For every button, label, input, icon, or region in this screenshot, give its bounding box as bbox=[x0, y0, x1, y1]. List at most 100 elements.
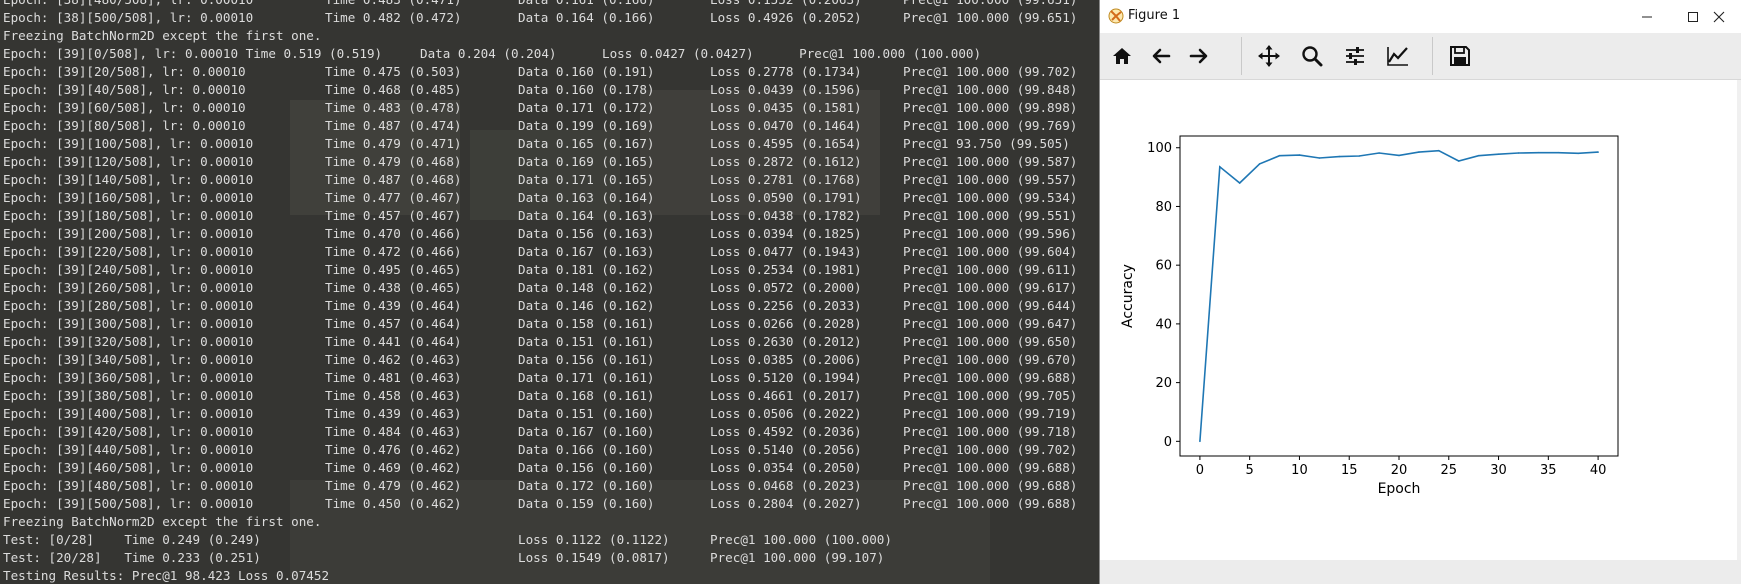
terminal-line: Epoch: [39][380/508], lr: 0.00010 Time 0.… bbox=[3, 387, 1100, 405]
terminal-cell: Loss 0.4926 (0.2052) bbox=[710, 10, 862, 25]
terminal-cell: Data 0.146 (0.162) bbox=[518, 298, 655, 313]
terminal-cell: Prec@1 100.000 (99.718) bbox=[903, 424, 1078, 439]
data-point bbox=[1199, 440, 1201, 443]
terminal-cell: Prec@1 100.000 (99.651) bbox=[903, 0, 1100, 9]
terminal-cell: Epoch: [39][120/508], lr: 0.00010 bbox=[3, 154, 254, 169]
data-point bbox=[1537, 151, 1540, 154]
pan-button[interactable] bbox=[1252, 39, 1286, 73]
terminal-cell: Epoch: [39][380/508], lr: 0.00010 bbox=[3, 388, 254, 403]
terminal-cell: Data 0.165 (0.167) bbox=[518, 136, 655, 151]
figure-window[interactable]: Figure 1 0 5 10 15 20 25 30 35 40 0 20 4… bbox=[1099, 0, 1741, 584]
terminal-line: Epoch: [39][60/508], lr: 0.00010 Time 0.4… bbox=[3, 99, 1100, 117]
terminal-cell: Time 0.472 (0.466) bbox=[325, 244, 462, 259]
data-point bbox=[1438, 149, 1440, 152]
terminal-cell: Epoch: [39][440/508], lr: 0.00010 bbox=[3, 442, 254, 457]
terminal-cell: Time 0.484 (0.463) bbox=[325, 424, 462, 439]
terminal-cell: Prec@1 100.000 (99.705) bbox=[903, 388, 1078, 403]
data-point bbox=[1457, 160, 1460, 162]
terminal-cell: Time 0.475 (0.503) bbox=[325, 64, 462, 79]
terminal-cell: Epoch: [39][40/508], lr: 0.00010 bbox=[3, 82, 246, 97]
terminal-cell: Prec@1 100.000 (99.617) bbox=[903, 280, 1078, 295]
terminal-line: Freezing BatchNorm2D except the first on… bbox=[3, 27, 1100, 45]
terminal-output: Epoch: [38][480/508], lr: 0.00010Time 0.… bbox=[3, 0, 1100, 584]
navigation-toolbar bbox=[1100, 33, 1741, 80]
x-tick-label: 0 bbox=[1196, 463, 1204, 478]
terminal-cell: Data 0.164 (0.163) bbox=[518, 208, 655, 223]
data-point bbox=[1418, 151, 1420, 153]
terminal-line: Epoch: [39][300/508], lr: 0.00010 Time 0.… bbox=[3, 315, 1100, 333]
back-button[interactable] bbox=[1144, 39, 1178, 73]
x-tick-label: 20 bbox=[1391, 463, 1408, 478]
terminal-cell: Time 0.479 (0.468) bbox=[325, 154, 462, 169]
terminal-cell: Epoch: [39][260/508], lr: 0.00010 bbox=[3, 280, 254, 295]
data-point bbox=[1338, 155, 1341, 158]
data-point bbox=[1597, 151, 1599, 153]
terminal-cell: Data 0.160 (0.191) bbox=[518, 64, 655, 79]
minimize-button[interactable] bbox=[1624, 0, 1670, 33]
terminal-cell: Loss 0.0477 (0.1943) bbox=[710, 244, 862, 259]
terminal-line: Epoch: [38][500/508], lr: 0.00010 Time 0.… bbox=[3, 9, 1100, 27]
terminal-cell: Epoch: [39][300/508], lr: 0.00010 bbox=[3, 316, 254, 331]
terminal-line: Epoch: [39][260/508], lr: 0.00010 Time 0.… bbox=[3, 279, 1100, 297]
data-point bbox=[1517, 152, 1520, 154]
minimize-icon bbox=[1642, 16, 1652, 17]
configure-subplots-button[interactable] bbox=[1338, 39, 1372, 73]
data-point bbox=[1477, 154, 1480, 157]
terminal-cell: Prec@1 100.000 (99.611) bbox=[903, 262, 1078, 277]
close-button[interactable] bbox=[1696, 0, 1741, 33]
toolbar-separator bbox=[1432, 37, 1433, 75]
home-button[interactable] bbox=[1105, 39, 1139, 73]
terminal-line: Epoch: [39][500/508], lr: 0.00010 Time 0.… bbox=[3, 495, 1100, 513]
terminal-cell: Loss 0.0435 (0.1581) bbox=[710, 100, 862, 115]
matplotlib-app-icon bbox=[1108, 8, 1124, 24]
terminal-line: Epoch: [39][20/508], lr: 0.00010 Time 0.4… bbox=[3, 63, 1100, 81]
terminal-cell: Data 0.167 (0.160) bbox=[518, 424, 655, 439]
terminal-line: Epoch: [39][40/508], lr: 0.00010 Time 0.4… bbox=[3, 81, 1100, 99]
terminal-line: Epoch: [39][460/508], lr: 0.00010 Time 0.… bbox=[3, 459, 1100, 477]
terminal-cell: Data 0.148 (0.162) bbox=[518, 280, 655, 295]
forward-arrow-icon bbox=[1189, 48, 1208, 64]
terminal-line: Freezing BatchNorm2D except the first on… bbox=[3, 513, 1100, 531]
terminal-cell bbox=[325, 531, 518, 549]
y-tick-label: 80 bbox=[1155, 200, 1172, 215]
terminal-window[interactable]: Epoch: [38][480/508], lr: 0.00010Time 0.… bbox=[0, 0, 1100, 584]
y-tick-label: 100 bbox=[1147, 141, 1172, 156]
terminal-cell: Data 0.181 (0.162) bbox=[518, 262, 655, 277]
terminal-cell: Epoch: [39][460/508], lr: 0.00010 bbox=[3, 460, 254, 475]
terminal-cell: Time 0.441 (0.464) bbox=[325, 334, 462, 349]
pan-move-icon bbox=[1258, 45, 1280, 67]
terminal-cell: Loss 0.0506 (0.2022) bbox=[710, 406, 862, 421]
terminal-cell: Loss 0.2872 (0.1612) bbox=[710, 154, 862, 169]
zoom-button[interactable] bbox=[1295, 39, 1329, 73]
figure-canvas[interactable]: 0 5 10 15 20 25 30 35 40 0 20 40 60 80 100 Epoch Accurac… bbox=[1100, 80, 1737, 560]
terminal-line: Test: [0/28] Time 0.249 (0.249) Loss 0.11… bbox=[3, 531, 1100, 549]
terminal-line: Epoch: [38][480/508], lr: 0.00010Time 0.… bbox=[3, 0, 1100, 9]
terminal-cell: Epoch: [39][420/508], lr: 0.00010 bbox=[3, 424, 254, 439]
close-icon bbox=[1713, 11, 1725, 22]
forward-button[interactable] bbox=[1182, 39, 1216, 73]
terminal-cell: Prec@1 100.000 (99.650) bbox=[903, 334, 1078, 349]
terminal-cell: Data 0.158 (0.161) bbox=[518, 316, 655, 331]
edit-axis-button[interactable] bbox=[1381, 39, 1415, 73]
terminal-cell: Time 0.479 (0.462) bbox=[325, 478, 462, 493]
terminal-cell: Loss 0.0385 (0.2006) bbox=[710, 352, 862, 367]
terminal-line: Epoch: [39][200/508], lr: 0.00010 Time 0.… bbox=[3, 225, 1100, 243]
terminal-cell: Epoch: [39][320/508], lr: 0.00010 bbox=[3, 334, 254, 349]
title-bar[interactable]: Figure 1 bbox=[1100, 0, 1741, 33]
terminal-cell: Time 0.487 (0.474) bbox=[325, 118, 462, 133]
terminal-cell: Time 0.468 (0.485) bbox=[325, 82, 462, 97]
terminal-cell: Loss 0.2781 (0.1768) bbox=[710, 172, 862, 187]
terminal-cell: Data 0.171 (0.165) bbox=[518, 172, 655, 187]
terminal-line-text: Freezing BatchNorm2D except the first on… bbox=[3, 28, 322, 43]
back-arrow-icon bbox=[1152, 48, 1171, 64]
save-button[interactable] bbox=[1443, 39, 1477, 73]
data-point bbox=[1398, 154, 1400, 157]
terminal-cell: Epoch: [39][400/508], lr: 0.00010 bbox=[3, 406, 254, 421]
plot-area bbox=[1179, 135, 1619, 457]
terminal-line: Epoch: [39][240/508], lr: 0.00010 Time 0.… bbox=[3, 261, 1100, 279]
terminal-cell: Data 0.160 (0.178) bbox=[518, 82, 655, 97]
terminal-cell: Loss 0.2630 (0.2012) bbox=[710, 334, 862, 349]
terminal-cell: Prec@1 100.000 (99.551) bbox=[903, 208, 1078, 223]
terminal-cell: Time 0.479 (0.471) bbox=[325, 136, 462, 151]
terminal-cell: Time 0.469 (0.462) bbox=[325, 460, 462, 475]
